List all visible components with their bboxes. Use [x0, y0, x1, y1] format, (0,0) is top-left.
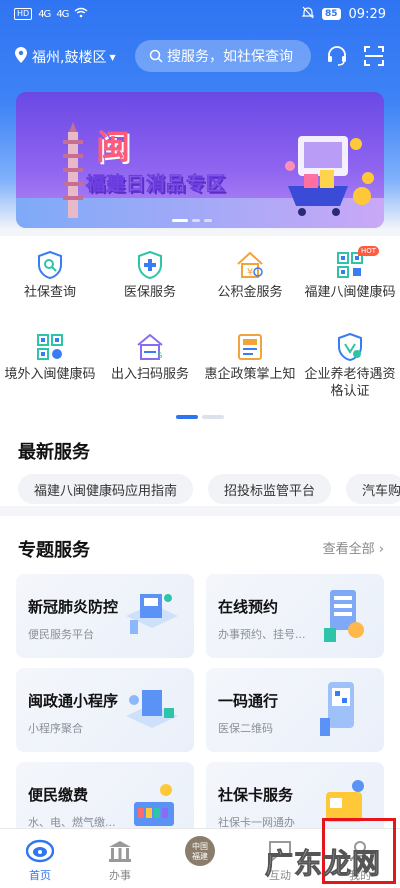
card-subtitle: 便民服务平台 — [28, 628, 94, 641]
latest-services-section: 最新服务 福建八闽健康码应用指南 招投标监管平台 汽车购 — [0, 426, 400, 506]
customer-service-headset-icon[interactable] — [325, 44, 349, 68]
nav-china-fujian[interactable]: 中国 福建 — [160, 836, 240, 867]
nav-label: 办事 — [109, 869, 131, 882]
card-subtitle: 医保二维码 — [218, 722, 273, 735]
service-item-medical-insurance[interactable]: 医保服务 — [100, 250, 200, 301]
fund-house-icon: ¥ — [237, 251, 263, 278]
card-title: 新冠肺炎防控 — [28, 598, 119, 616]
signal-4g-icon-2: 4G — [56, 8, 69, 20]
view-all-link[interactable]: 查看全部 › — [323, 538, 384, 557]
battery-indicator: 85 — [322, 8, 341, 20]
card-subtitle: 办事预约、挂号... — [218, 628, 306, 641]
location-selector[interactable]: 福州,鼓楼区 ▼ — [14, 46, 116, 68]
latest-service-chip[interactable]: 招投标监管平台 — [208, 474, 332, 504]
watermark-text: 广东龙网 — [264, 847, 382, 881]
card-subtitle: 小程序聚合 — [28, 722, 83, 735]
service-label: 惠企政策掌上知 — [204, 367, 296, 382]
service-item-policy[interactable]: 惠企政策掌上知 — [200, 332, 300, 383]
topic-card-covid[interactable]: 新冠肺炎防控 便民服务平台 — [16, 574, 194, 658]
service-item-social-security[interactable]: 社保查询 — [0, 250, 100, 301]
caret-down-icon: ▼ — [109, 52, 116, 62]
service-label: 企业养老待遇资格认证 — [304, 367, 396, 399]
topic-services-title: 专题服务 — [18, 540, 90, 561]
banner-pagination — [172, 219, 212, 222]
svg-text:福建: 福建 — [192, 851, 208, 861]
search-placeholder: 搜服务，如社保查询 — [167, 49, 293, 65]
qr-code-icon — [37, 334, 63, 360]
chevron-right-icon: › — [378, 542, 384, 557]
location-pin-icon — [14, 46, 32, 68]
banner-title: 福建日消品专区 — [86, 173, 227, 196]
shield-search-icon — [38, 250, 62, 280]
service-item-health-code[interactable]: HOT 福建八闽健康码 — [300, 246, 400, 301]
verify-shield-icon — [338, 332, 362, 362]
shopping-illustration — [285, 136, 374, 216]
topic-card-mini-program[interactable]: 闽政通小程序 小程序聚合 — [16, 668, 194, 752]
location-label: 福州,鼓楼区 — [32, 50, 107, 66]
payment-illustration — [134, 784, 174, 826]
service-label: 出入扫码服务 — [110, 367, 189, 382]
home-eye-icon — [0, 837, 80, 865]
view-all-label: 查看全部 — [322, 542, 375, 557]
hd-badge: HD — [14, 8, 33, 20]
service-item-entry-scan[interactable]: $ 出入扫码服务 — [100, 332, 200, 383]
service-label: 医保服务 — [123, 285, 176, 300]
search-box[interactable]: 搜服务，如社保查询 — [135, 40, 311, 72]
signal-4g-icon: 4G — [38, 8, 51, 20]
topic-card-one-code-pass[interactable]: 一码通行 医保二维码 — [206, 668, 384, 752]
service-label: 福建八闽健康码 — [304, 285, 396, 300]
status-bar: HD 4G 4G 85 09:29 — [0, 0, 400, 28]
service-label: 社保查询 — [23, 285, 76, 300]
top-bar: 福州,鼓楼区 ▼ 搜服务，如社保查询 — [0, 38, 400, 74]
nav-home[interactable]: 首页 — [0, 837, 80, 883]
clock: 09:29 — [348, 6, 386, 22]
card-title: 在线预约 — [218, 598, 279, 616]
service-label: 境外入闽健康码 — [4, 367, 96, 382]
service-label: 公积金服务 — [217, 285, 283, 300]
appointment-illustration — [324, 590, 364, 642]
svg-text:中国: 中国 — [192, 841, 208, 851]
pagoda-illustration — [63, 122, 83, 218]
card-title: 闽政通小程序 — [28, 692, 119, 710]
latest-service-chip[interactable]: 福建八闽健康码应用指南 — [18, 474, 194, 504]
search-icon — [149, 49, 163, 63]
nav-services[interactable]: 办事 — [80, 837, 160, 883]
latest-services-title: 最新服务 — [18, 442, 90, 463]
service-item-overseas-health-code[interactable]: 境外入闽健康码 — [0, 332, 100, 383]
service-grid: 社保查询 医保服务 ¥ 公积金服务 HOT 福建八闽健康码 境外入闽健康码 $ … — [0, 236, 400, 426]
mute-bell-icon — [301, 6, 315, 22]
covid-platform-illustration — [126, 594, 178, 634]
card-title: 便民缴费 — [28, 786, 89, 804]
topic-services-section: 专题服务 查看全部 › 新冠肺炎防控 便民服务平台 在线预约 办事预约、挂号..… — [0, 516, 400, 846]
nav-label: 首页 — [29, 869, 51, 882]
service-item-pension-certification[interactable]: 企业养老待遇资格认证 — [300, 332, 400, 400]
medical-shield-icon — [138, 250, 162, 280]
hot-badge: HOT — [358, 246, 380, 256]
scan-icon[interactable] — [362, 44, 386, 68]
card-title: 社保卡服务 — [218, 786, 294, 804]
topic-card-appointment[interactable]: 在线预约 办事预约、挂号... — [206, 574, 384, 658]
one-code-illustration — [320, 682, 354, 736]
wifi-icon — [74, 7, 88, 21]
svg-text:¥: ¥ — [247, 267, 253, 278]
china-fujian-seal-icon: 中国 福建 — [160, 836, 240, 866]
svg-text:$: $ — [157, 351, 163, 361]
promo-banner[interactable]: 闽 福建日消品专区 — [16, 92, 384, 228]
scan-house-icon: $ — [137, 333, 163, 361]
mini-program-illustration — [126, 690, 178, 728]
policy-board-icon — [238, 334, 262, 360]
card-title: 一码通行 — [218, 692, 279, 710]
latest-service-chip[interactable]: 汽车购 — [346, 474, 400, 504]
service-item-housing-fund[interactable]: ¥ 公积金服务 — [200, 250, 300, 301]
banner-logo: 闽 — [96, 128, 132, 168]
government-building-icon — [80, 837, 160, 865]
grid-pagination — [176, 415, 224, 419]
